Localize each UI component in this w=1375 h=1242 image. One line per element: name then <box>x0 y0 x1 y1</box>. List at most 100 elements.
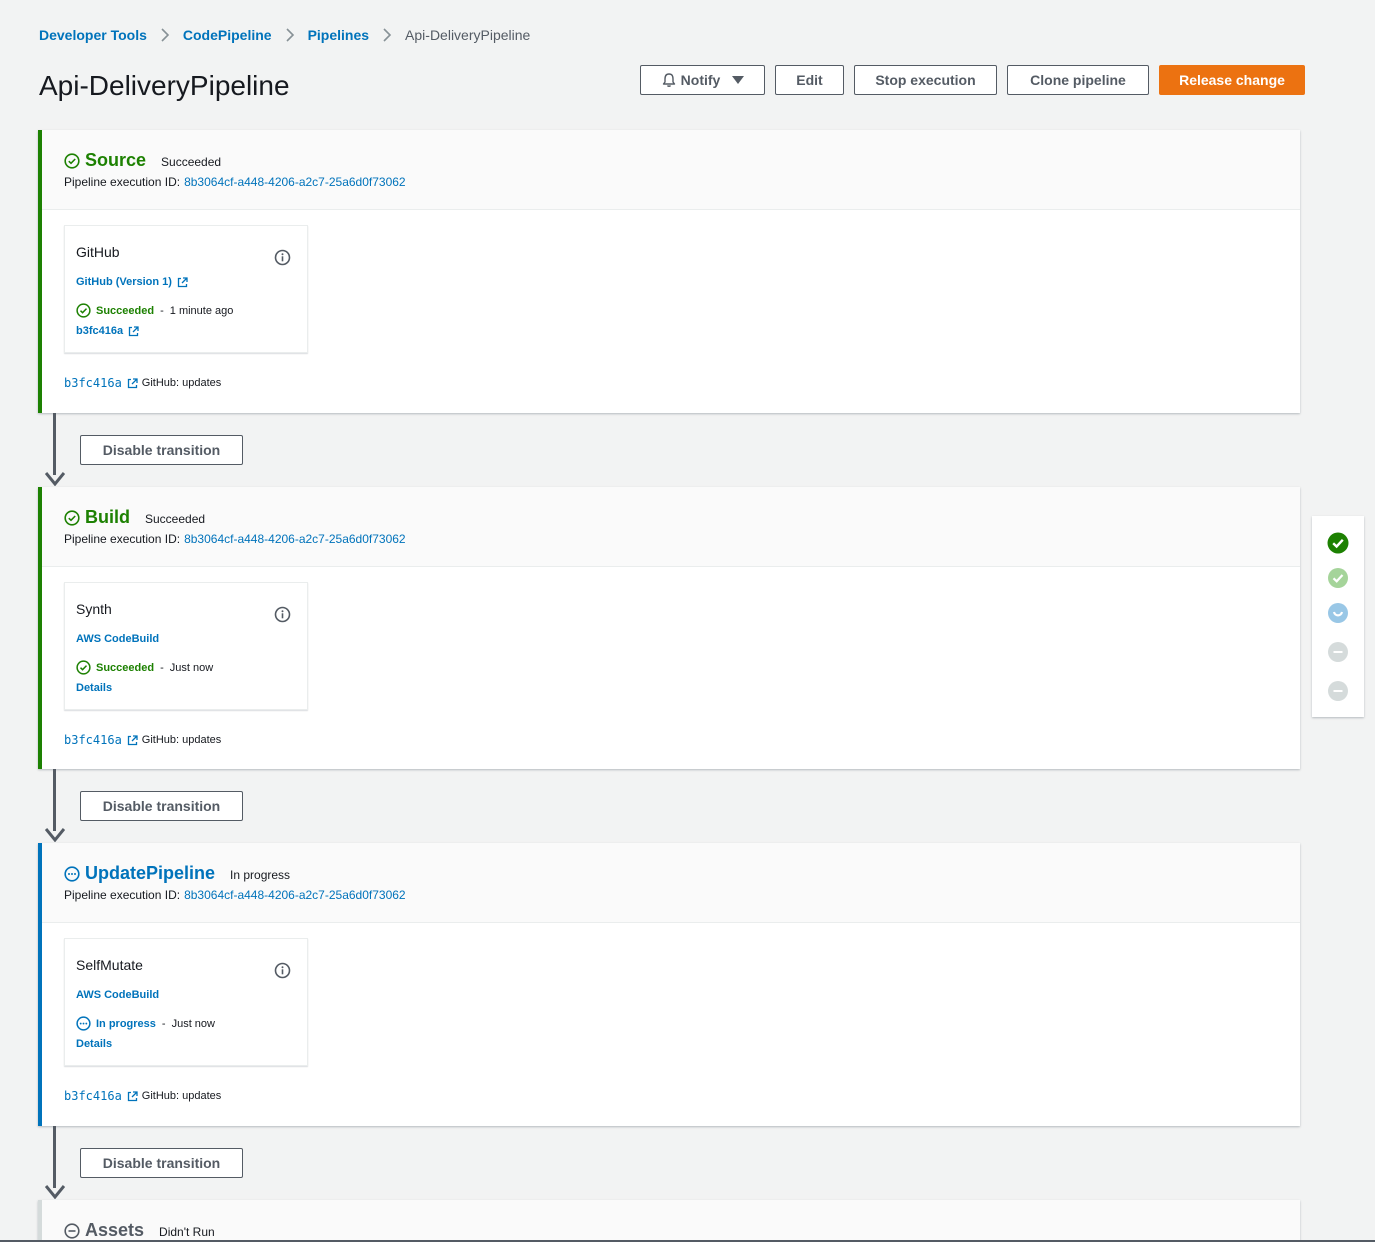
action-time: Just now <box>171 1017 215 1030</box>
not-run-icon <box>64 1222 80 1239</box>
action-status: Succeeded <box>96 661 155 674</box>
stage-revision: b3fc416a GitHub: updates <box>64 1089 221 1103</box>
arrow-down-icon <box>45 828 65 842</box>
action-provider-link[interactable]: AWS CodeBuild <box>76 989 296 1001</box>
stage-name: Source <box>85 150 147 170</box>
in-progress-icon <box>64 865 80 882</box>
arrow-down-icon <box>45 1185 65 1199</box>
chevron-right-icon <box>369 28 405 42</box>
info-icon[interactable] <box>274 249 291 266</box>
notify-label: Notify <box>680 72 721 88</box>
clone-pipeline-button[interactable]: Clone pipeline <box>1007 65 1149 95</box>
release-change-button[interactable]: Release change <box>1159 65 1305 95</box>
stage-status: In progress <box>230 868 291 882</box>
breadcrumb-pipelines[interactable]: Pipelines <box>308 27 369 43</box>
revision-link[interactable]: b3fc416a <box>64 1089 122 1103</box>
stage-assets: Assets Didn't Run <box>38 1200 1300 1242</box>
action-time: Just now <box>169 661 214 674</box>
breadcrumb-codepipeline[interactable]: CodePipeline <box>183 27 272 43</box>
stage-progress-rail <box>1312 516 1364 717</box>
separator: - <box>160 304 164 317</box>
external-link-icon <box>127 377 138 388</box>
rail-succeeded-icon[interactable] <box>1327 567 1349 589</box>
disable-transition-button[interactable]: Disable transition <box>80 435 243 465</box>
external-link-icon <box>177 276 188 287</box>
action-card-synth: Synth AWS CodeBuild Succeeded - Just now… <box>64 582 308 710</box>
revision-link[interactable]: b3fc416a <box>64 733 122 747</box>
execution-id-link[interactable]: 8b3064cf-a448-4206-a2c7-25a6d0f73062 <box>184 888 406 902</box>
execution-id-link[interactable]: 8b3064cf-a448-4206-a2c7-25a6d0f73062 <box>184 532 406 546</box>
check-circle-icon <box>64 152 80 169</box>
revision-message: GitHub: updates <box>141 1090 222 1102</box>
stage-status: Didn't Run <box>159 1225 215 1239</box>
execution-id-label: Pipeline execution ID: <box>64 532 181 546</box>
stage-header: Assets Didn't Run <box>42 1200 1300 1242</box>
separator: - <box>160 661 164 674</box>
stage-revision: b3fc416a GitHub: updates <box>64 733 221 747</box>
stage-revision: b3fc416a GitHub: updates <box>64 376 221 390</box>
in-progress-icon <box>76 1016 91 1031</box>
stage-name: Assets <box>85 1220 145 1240</box>
rail-succeeded-icon[interactable] <box>1327 532 1349 554</box>
action-card-github: GitHub GitHub (Version 1) Succeeded - 1 … <box>64 225 308 353</box>
disable-transition-button[interactable]: Disable transition <box>80 791 243 821</box>
rail-in-progress-icon[interactable] <box>1327 602 1349 624</box>
stage-name: UpdatePipeline <box>85 863 216 883</box>
info-icon[interactable] <box>274 606 291 623</box>
notify-button[interactable]: Notify <box>640 65 765 95</box>
breadcrumb-developer-tools[interactable]: Developer Tools <box>39 27 147 43</box>
stage-header: Build Succeeded Pipeline execution ID: 8b… <box>42 487 1300 567</box>
external-link-icon <box>128 325 139 336</box>
arrow-down-icon <box>45 472 65 486</box>
stage-header: UpdatePipeline In progress Pipeline exec… <box>42 843 1300 923</box>
stage-header: Source Succeeded Pipeline execution ID: 8… <box>42 130 1300 210</box>
stage-build: Build Succeeded Pipeline execution ID: 8b… <box>38 487 1300 769</box>
stage-source: Source Succeeded Pipeline execution ID: 8… <box>38 130 1300 413</box>
action-name: GitHub <box>76 244 120 260</box>
stage-status: Succeeded <box>161 155 222 169</box>
revision-link[interactable]: b3fc416a <box>64 376 122 390</box>
transition-line <box>53 413 56 475</box>
action-status: Succeeded <box>96 304 155 317</box>
edit-button[interactable]: Edit <box>775 65 844 95</box>
execution-id-row: Pipeline execution ID: 8b3064cf-a448-4206… <box>64 888 1278 902</box>
rail-not-run-icon[interactable] <box>1327 680 1349 702</box>
transition-line <box>53 1126 56 1188</box>
chevron-right-icon <box>272 28 308 42</box>
action-time: 1 minute ago <box>169 304 234 317</box>
action-card-selfmutate: SelfMutate AWS CodeBuild In progress - J… <box>64 938 308 1066</box>
bell-icon <box>662 73 675 87</box>
external-link-icon <box>127 734 138 745</box>
provider-label: GitHub (Version 1) <box>76 276 172 288</box>
execution-id-link[interactable]: 8b3064cf-a448-4206-a2c7-25a6d0f73062 <box>184 175 406 189</box>
check-circle-icon <box>76 303 91 318</box>
check-circle-icon <box>64 509 80 526</box>
action-name: SelfMutate <box>76 957 143 973</box>
caret-down-icon <box>732 76 745 84</box>
page-title: Api-DeliveryPipeline <box>39 70 290 101</box>
disable-transition-button[interactable]: Disable transition <box>80 1148 243 1178</box>
action-details-link[interactable]: Details <box>76 682 296 694</box>
info-icon[interactable] <box>274 962 291 979</box>
action-status-row: In progress - Just now <box>76 1016 296 1031</box>
revision-message: GitHub: updates <box>141 734 222 746</box>
execution-id-row: Pipeline execution ID: 8b3064cf-a448-4206… <box>64 532 1278 546</box>
check-circle-icon <box>76 660 91 675</box>
stop-execution-button[interactable]: Stop execution <box>854 65 997 95</box>
breadcrumb: Developer Tools CodePipeline Pipelines A… <box>39 26 530 44</box>
execution-id-label: Pipeline execution ID: <box>64 888 181 902</box>
commit-link-label: b3fc416a <box>76 325 124 337</box>
execution-id-label: Pipeline execution ID: <box>64 175 181 189</box>
separator: - <box>161 1017 166 1030</box>
revision-message: GitHub: updates <box>141 377 222 389</box>
stage-name: Build <box>85 507 130 527</box>
external-link-icon <box>127 1090 138 1101</box>
action-provider-link[interactable]: GitHub (Version 1) <box>76 276 296 288</box>
chevron-right-icon <box>147 28 183 42</box>
action-status-row: Succeeded - 1 minute ago <box>76 303 296 318</box>
action-details-link[interactable]: Details <box>76 1038 296 1050</box>
rail-not-run-icon[interactable] <box>1327 641 1349 663</box>
action-provider-link[interactable]: AWS CodeBuild <box>76 633 296 645</box>
action-commit-link[interactable]: b3fc416a <box>76 325 296 337</box>
action-status-row: Succeeded - Just now <box>76 660 296 675</box>
